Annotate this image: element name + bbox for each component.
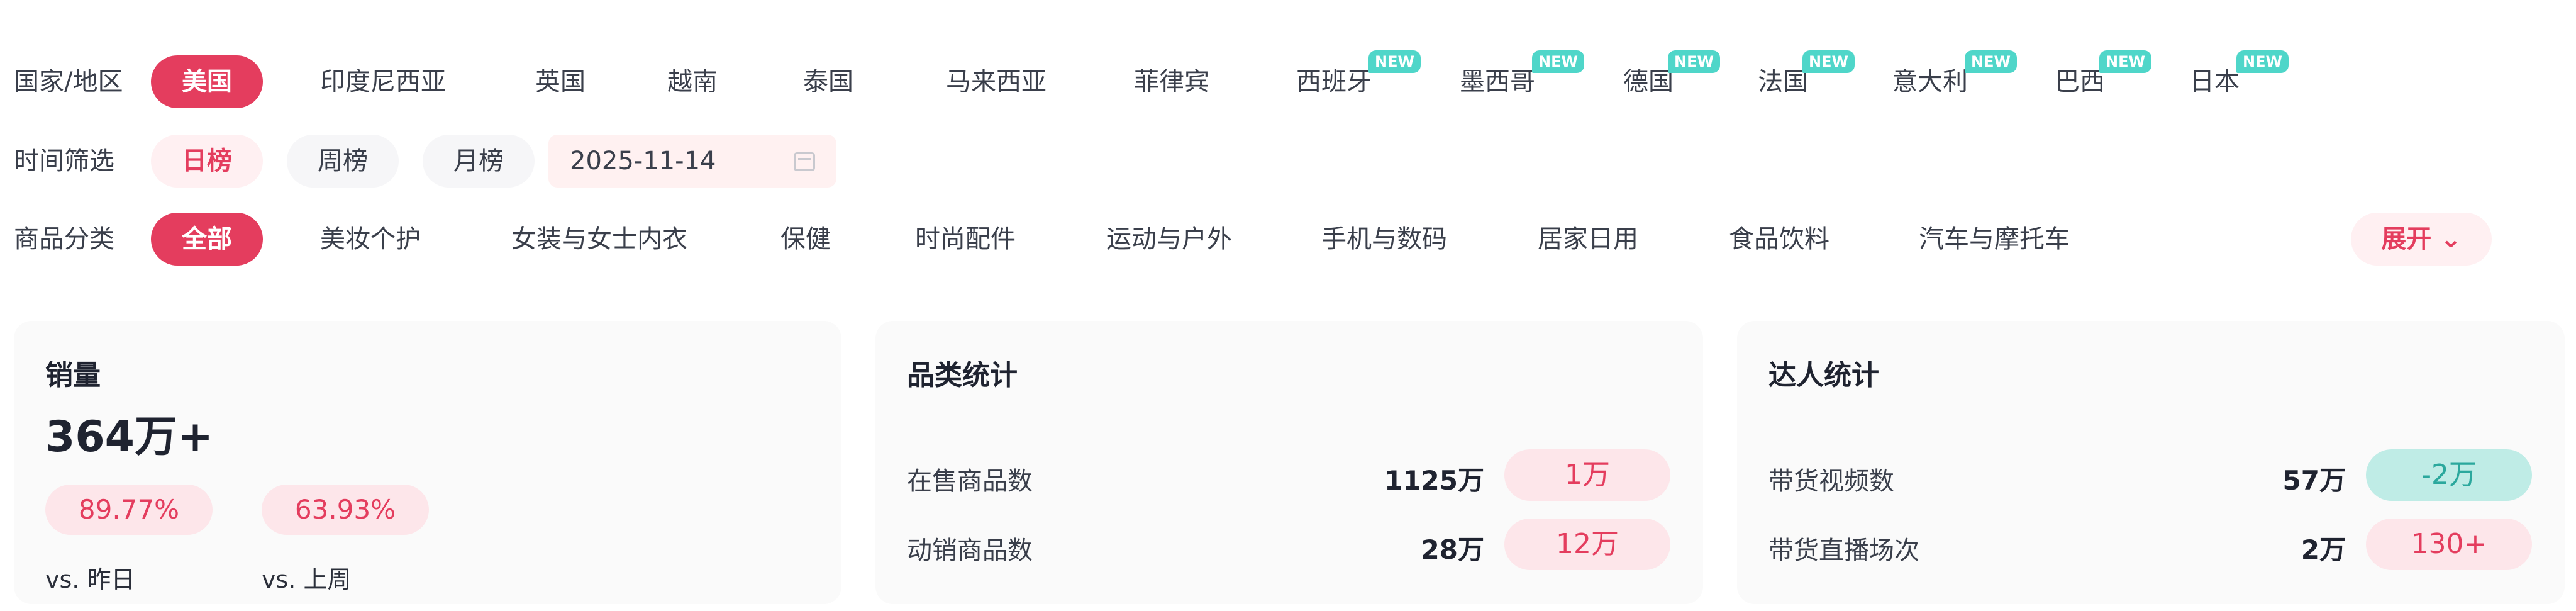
stat-value-moving: 28万 <box>1421 534 1484 565</box>
category-chip-health[interactable]: 保健 <box>771 213 840 266</box>
country-filter-label: 国家/地区 <box>14 67 123 96</box>
vs-yesterday-label: vs. 昨日 <box>45 566 135 593</box>
new-badge-brazil: NEW <box>2099 50 2151 73</box>
stat-label-live: 带货直播场次 <box>1768 536 1919 565</box>
category-filter-row: 商品分类 全部 美妆个护 女装与女士内衣 保健 时尚配件 运动与户外 手机与数码… <box>0 201 2576 277</box>
time-chip-daily[interactable]: 日榜 <box>151 135 263 188</box>
vs-last-week-label: vs. 上周 <box>262 566 352 593</box>
sales-change-day: 89.77% <box>45 485 213 535</box>
stat-value-live: 2万 <box>2301 534 2346 565</box>
new-badge-mexico: NEW <box>1532 50 1584 73</box>
category-chip-beauty[interactable]: 美妆个护 <box>311 213 430 266</box>
stat-change-live: 130+ <box>2366 519 2532 570</box>
expand-button[interactable]: 展开 ⌄ <box>2351 213 2492 266</box>
stat-change-on-sale: 1万 <box>1504 449 1670 501</box>
category-chip-digital[interactable]: 手机与数码 <box>1312 213 1457 266</box>
category-chip-home[interactable]: 居家日用 <box>1528 213 1648 266</box>
stat-value-videos: 57万 <box>2282 465 2346 496</box>
new-badge-france: NEW <box>1802 50 1855 73</box>
new-badge-germany: NEW <box>1668 50 1720 73</box>
creator-stats-card: 达人统计 带货视频数 57万 -2万 带货直播场次 2万 130+ <box>1737 321 2565 604</box>
category-stats-title: 品类统计 <box>907 359 1018 391</box>
sales-change-week: 63.93% <box>262 485 429 535</box>
country-chip-thailand[interactable]: 泰国 <box>794 55 863 108</box>
country-chip-italy[interactable]: 意大利 <box>1883 55 1977 108</box>
calendar-icon[interactable] <box>794 152 815 171</box>
stat-label-moving: 动销商品数 <box>907 536 1033 565</box>
category-stats-card: 品类统计 在售商品数 1125万 1万 动销商品数 28万 12万 <box>875 321 1703 604</box>
country-chip-indonesia[interactable]: 印度尼西亚 <box>311 55 455 108</box>
country-chip-malaysia[interactable]: 马来西亚 <box>933 55 1059 108</box>
stat-value-on-sale: 1125万 <box>1384 465 1484 496</box>
time-chip-weekly[interactable]: 周榜 <box>287 135 399 188</box>
date-picker[interactable]: 2025-11-14 <box>548 135 836 188</box>
category-chip-womenswear[interactable]: 女装与女士内衣 <box>502 213 697 266</box>
time-filter-row: 时间筛选 日榜 周榜 月榜 2025-11-14 <box>0 123 2576 199</box>
stat-change-videos: -2万 <box>2366 449 2532 501</box>
new-badge-japan: NEW <box>2236 50 2289 73</box>
sales-card-title: 销量 <box>45 359 101 391</box>
time-filter-label: 时间筛选 <box>14 147 114 176</box>
sales-value: 364万+ <box>45 412 213 462</box>
country-chip-uk[interactable]: 英国 <box>526 55 595 108</box>
new-badge-spain: NEW <box>1368 50 1421 73</box>
country-chip-mexico[interactable]: 墨西哥 <box>1450 55 1545 108</box>
stat-label-on-sale: 在售商品数 <box>907 467 1033 496</box>
category-chip-accessories[interactable]: 时尚配件 <box>906 213 1025 266</box>
category-filter-label: 商品分类 <box>14 225 114 254</box>
category-chip-all[interactable]: 全部 <box>151 213 263 266</box>
country-chip-philippines[interactable]: 菲律宾 <box>1124 55 1219 108</box>
country-filter-row: 国家/地区 美国 印度尼西亚 英国 越南 泰国 马来西亚 菲律宾 西班牙 NEW… <box>0 44 2576 120</box>
category-chip-food[interactable]: 食品饮料 <box>1719 213 1839 266</box>
category-chip-auto[interactable]: 汽车与摩托车 <box>1909 213 2079 266</box>
stat-label-videos: 带货视频数 <box>1768 467 1894 496</box>
creator-stats-title: 达人统计 <box>1768 359 1879 391</box>
time-chip-monthly[interactable]: 月榜 <box>423 135 535 188</box>
country-chip-vietnam[interactable]: 越南 <box>658 55 727 108</box>
country-chip-us[interactable]: 美国 <box>151 55 263 108</box>
category-chip-sports[interactable]: 运动与户外 <box>1097 213 1241 266</box>
date-picker-value: 2025-11-14 <box>570 147 716 176</box>
country-chip-spain[interactable]: 西班牙 <box>1287 55 1381 108</box>
sales-card: 销量 364万+ 89.77% 63.93% vs. 昨日 vs. 上周 <box>14 321 841 604</box>
new-badge-italy: NEW <box>1965 50 2017 73</box>
stat-change-moving: 12万 <box>1504 519 1670 570</box>
